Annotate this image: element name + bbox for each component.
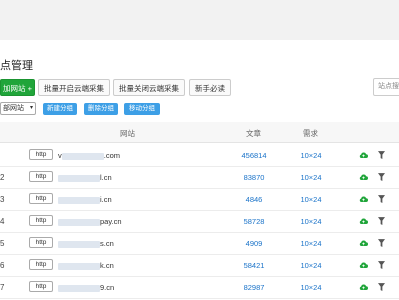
host-suffix-text: i.cn xyxy=(100,195,112,204)
host-suffix-text: pay.cn xyxy=(100,217,122,226)
article-count[interactable]: 4909 xyxy=(234,239,274,248)
new-group-button[interactable]: 新建分组 xyxy=(43,103,77,115)
demand-value[interactable]: 10×24 xyxy=(291,173,331,182)
host-suffix-text: l.cn xyxy=(100,173,112,182)
redacted-host-block xyxy=(58,218,100,226)
redacted-host-block xyxy=(58,284,100,292)
cloud-upload-icon[interactable] xyxy=(359,239,368,247)
redacted-host-block xyxy=(58,196,100,204)
filter-icon[interactable] xyxy=(378,261,385,269)
host-suffix-text: k.cn xyxy=(100,261,114,270)
demand-value[interactable]: 10×24 xyxy=(291,217,331,226)
protocol-badge[interactable]: http xyxy=(29,281,53,292)
host-suffix-text: s.cn xyxy=(100,239,114,248)
row-index: 7 xyxy=(0,283,5,292)
cloud-upload-icon[interactable] xyxy=(359,173,368,181)
demand-value[interactable]: 10×24 xyxy=(291,283,331,292)
row-index: 5 xyxy=(0,239,5,248)
protocol-badge[interactable]: http xyxy=(29,215,53,226)
article-count[interactable]: 4846 xyxy=(234,195,274,204)
cloud-upload-icon[interactable] xyxy=(359,283,368,291)
table-row: http v .com 456814 10×24 xyxy=(0,145,399,167)
group-select[interactable]: 部网站 ▾ xyxy=(0,102,36,115)
redacted-host-block xyxy=(61,152,104,160)
demand-value[interactable]: 10×24 xyxy=(291,195,331,204)
table-row: 2 http l.cn 83870 10×24 xyxy=(0,167,399,189)
site-host-link[interactable]: l.cn xyxy=(58,173,112,182)
protocol-badge[interactable]: http xyxy=(29,149,53,160)
site-host-link[interactable]: k.cn xyxy=(58,261,114,270)
filter-icon[interactable] xyxy=(378,239,385,247)
table-row: 3 http i.cn 4846 10×24 xyxy=(0,189,399,211)
protocol-badge[interactable]: http xyxy=(29,237,53,248)
cloud-upload-icon[interactable] xyxy=(359,217,368,225)
row-index: 6 xyxy=(0,261,5,270)
redacted-host-block xyxy=(58,174,100,182)
row-index: 2 xyxy=(0,173,5,182)
move-group-button[interactable]: 移动分组 xyxy=(124,103,160,115)
filter-icon[interactable] xyxy=(378,151,385,159)
cloud-upload-icon[interactable] xyxy=(359,195,368,203)
demand-value[interactable]: 10×24 xyxy=(291,239,331,248)
header-demand: 需求 xyxy=(303,129,318,138)
newbie-guide-button[interactable]: 新手必读 xyxy=(189,79,231,96)
site-host-link[interactable]: 9.cn xyxy=(58,283,114,292)
host-suffix-text: .com xyxy=(103,151,121,160)
redacted-host-block xyxy=(58,262,100,270)
filter-icon[interactable] xyxy=(378,195,385,203)
site-host-link[interactable]: s.cn xyxy=(58,239,114,248)
protocol-badge[interactable]: http xyxy=(29,171,53,182)
protocol-badge[interactable]: http xyxy=(29,193,53,204)
cloud-upload-icon[interactable] xyxy=(359,261,368,269)
table-row: 5 http s.cn 4909 10×24 xyxy=(0,233,399,255)
table-header: 网站 文章 需求 xyxy=(0,122,399,143)
host-suffix-text: 9.cn xyxy=(100,283,115,292)
table-row: 7 http 9.cn 82987 10×24 xyxy=(0,277,399,299)
article-count[interactable]: 456814 xyxy=(234,151,274,160)
site-host-link[interactable]: pay.cn xyxy=(58,217,122,226)
site-search-input[interactable]: 站点搜 xyxy=(373,78,399,96)
add-site-button[interactable]: 加网站 + xyxy=(0,79,35,96)
filter-icon[interactable] xyxy=(378,283,385,291)
demand-value[interactable]: 10×24 xyxy=(291,151,331,160)
filter-icon[interactable] xyxy=(378,173,385,181)
batch-close-cloud-collect-button[interactable]: 批量关闭云端采集 xyxy=(113,79,185,96)
cloud-upload-icon[interactable] xyxy=(359,151,368,159)
site-host-link[interactable]: v .com xyxy=(58,151,120,160)
row-index: 4 xyxy=(0,217,5,226)
demand-value[interactable]: 10×24 xyxy=(291,261,331,270)
filter-icon[interactable] xyxy=(378,217,385,225)
chevron-down-icon: ▾ xyxy=(29,105,33,111)
group-select-value: 部网站 xyxy=(3,105,24,112)
table-row: 6 http k.cn 58421 10×24 xyxy=(0,255,399,277)
article-count[interactable]: 58421 xyxy=(234,261,274,270)
article-count[interactable]: 82987 xyxy=(234,283,274,292)
table-row: 4 http pay.cn 58728 10×24 xyxy=(0,211,399,233)
header-site: 网站 xyxy=(120,129,135,138)
row-index: 3 xyxy=(0,195,5,204)
site-host-link[interactable]: i.cn xyxy=(58,195,112,204)
redacted-host-block xyxy=(58,240,100,248)
header-articles: 文章 xyxy=(246,129,261,138)
delete-group-button[interactable]: 删除分组 xyxy=(84,103,118,115)
article-count[interactable]: 83870 xyxy=(234,173,274,182)
page-title: 点管理 xyxy=(0,60,33,72)
protocol-badge[interactable]: http xyxy=(29,259,53,270)
batch-open-cloud-collect-button[interactable]: 批量开启云端采集 xyxy=(38,79,110,96)
article-count[interactable]: 58728 xyxy=(234,217,274,226)
